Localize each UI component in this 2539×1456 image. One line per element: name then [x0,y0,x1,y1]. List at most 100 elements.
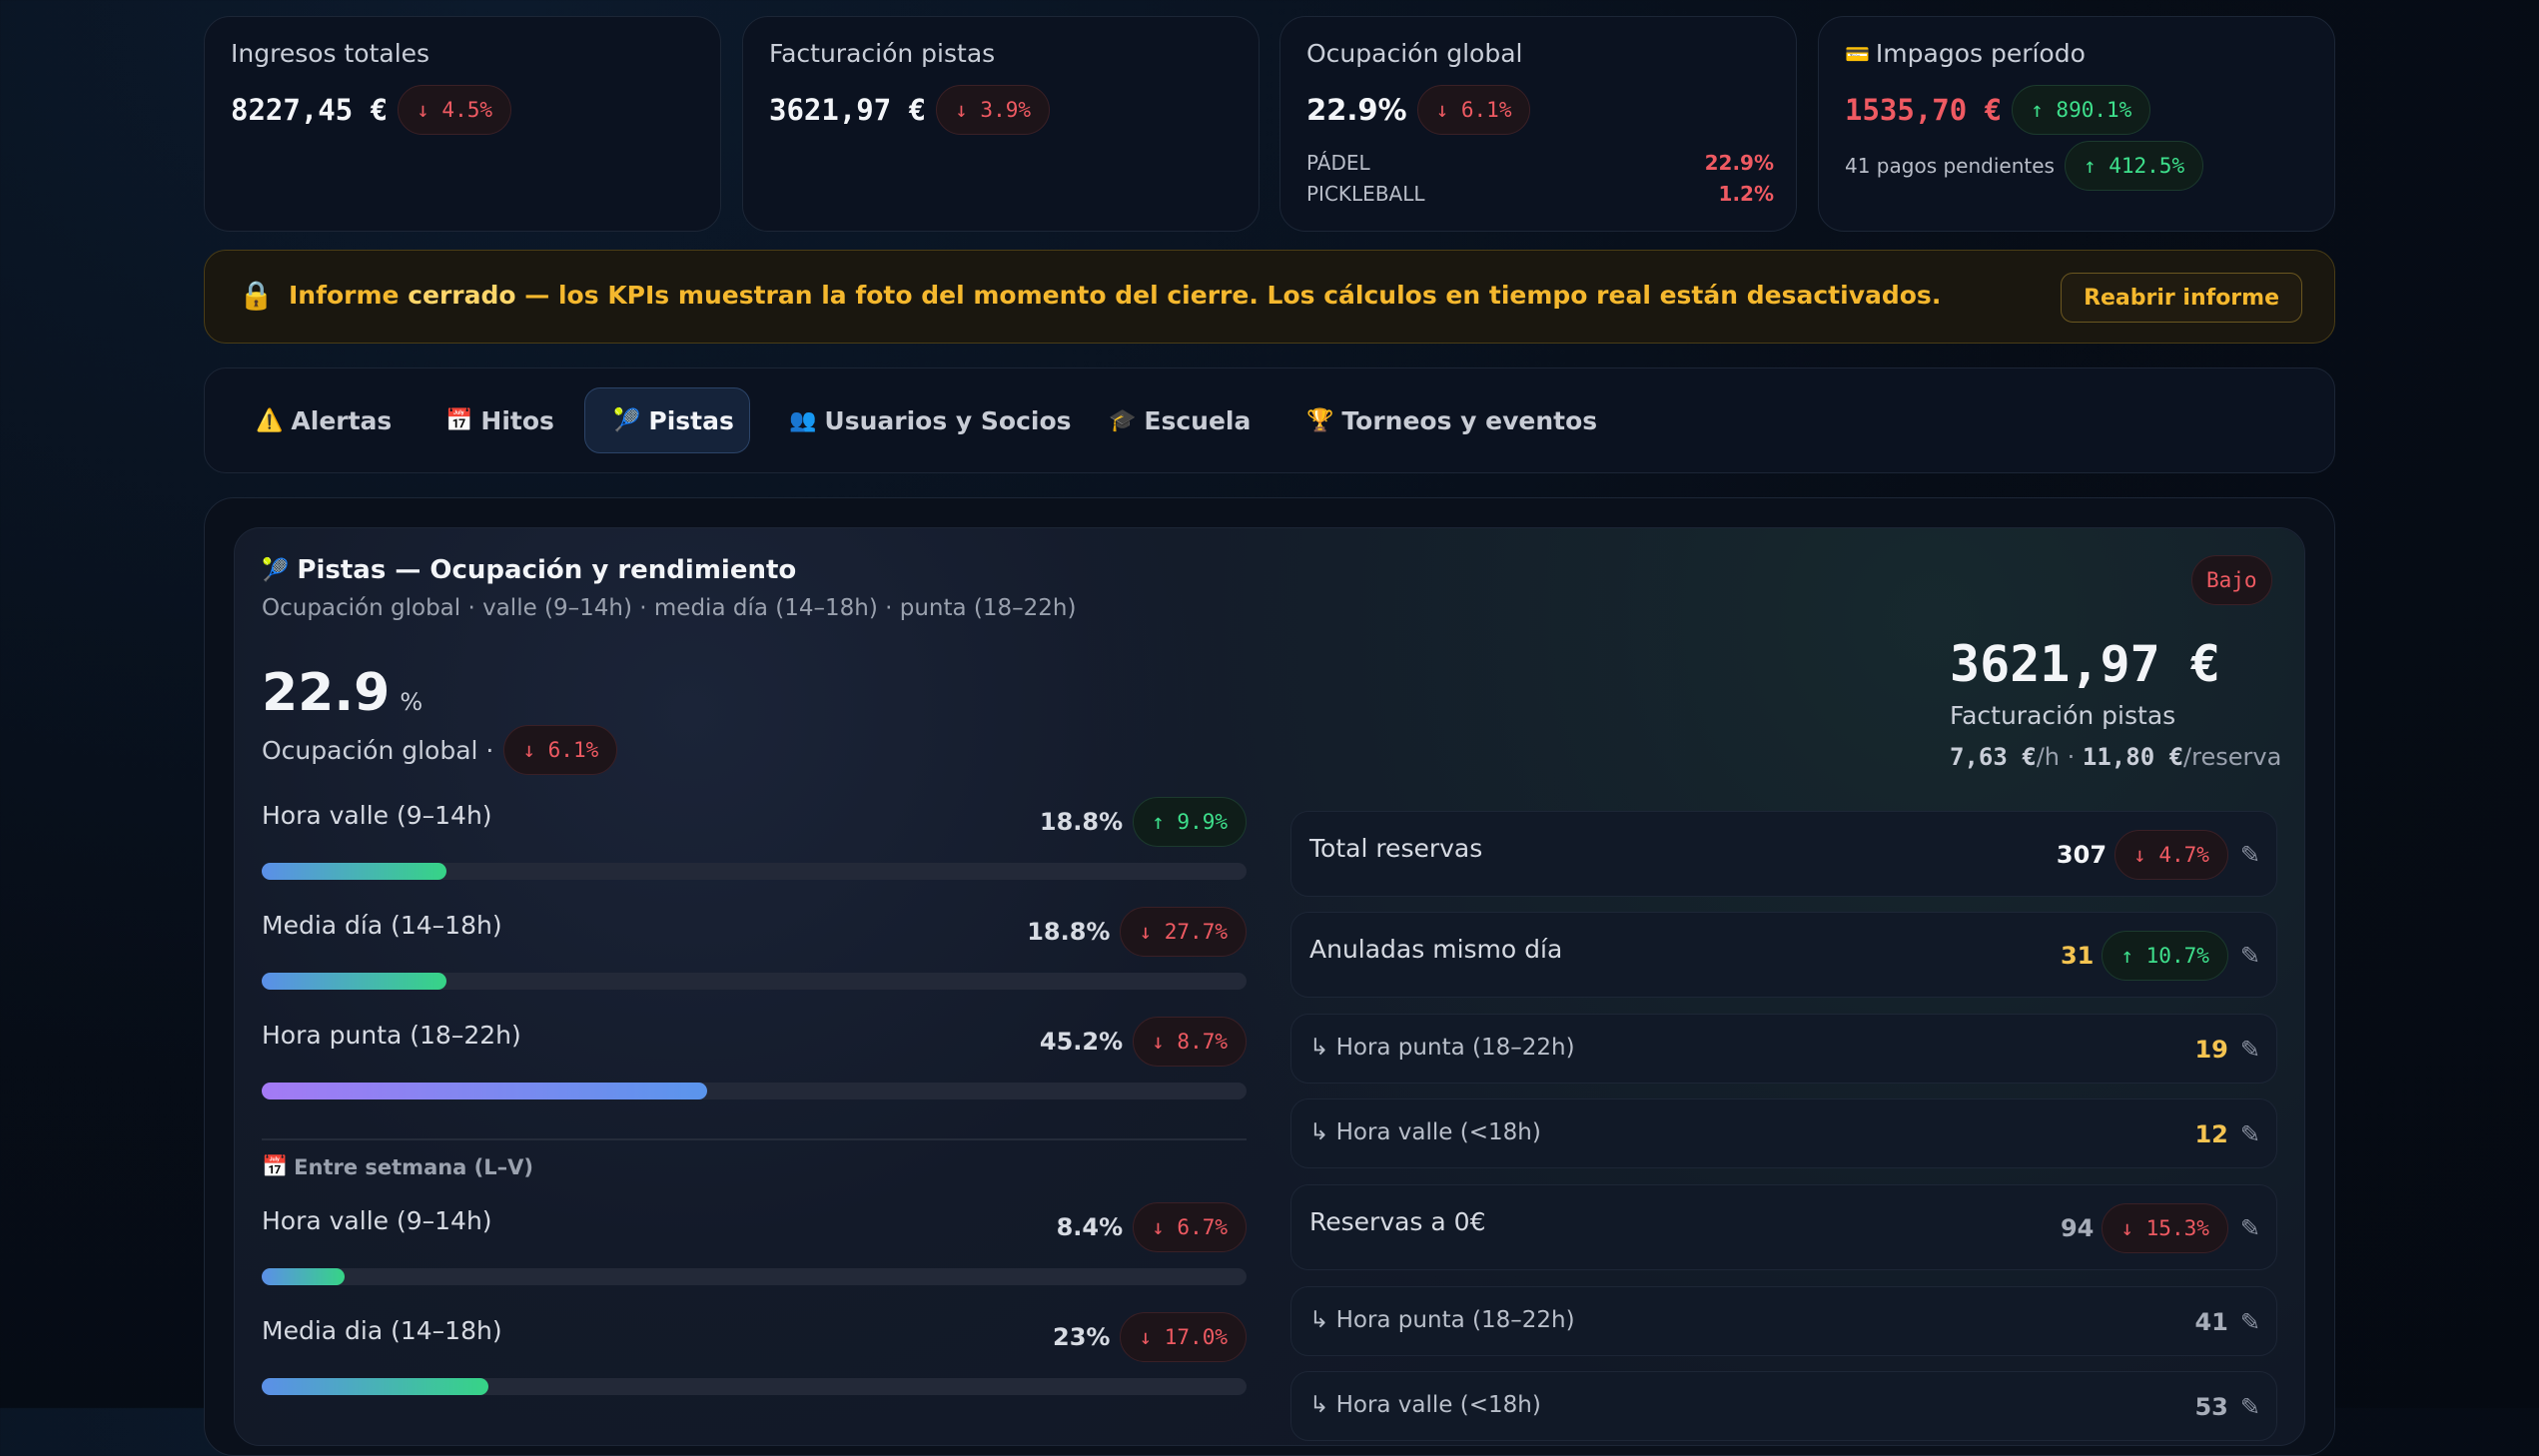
reservation-row: ↳ Hora valle (<18h) 12 ✎ [1290,1098,2277,1168]
reservation-value: 41 [2194,1308,2228,1336]
bar-value-group: 18.8% ↑ 9.9% [262,797,1247,847]
big-occupancy-delta: ↓ 6.1% [503,725,618,775]
bar-value: 8.4% [1056,1213,1124,1241]
tab-escuela[interactable]: 🎓 Escuela [1081,387,1278,453]
reservation-row: Anuladas mismo día 31 ↑ 10.7% ✎ [1290,912,2277,998]
reservation-row: ↳ Hora punta (18–22h) 41 ✎ [1290,1286,2277,1356]
kpi-card-ocupacion: Ocupación global 22.9% ↓ 6.1% PÁDEL 22.9… [1279,16,1797,232]
level-badge: Bajo [2191,555,2272,605]
bar-delta-badge: ↓ 17.0% [1120,1312,1247,1362]
tab-pistas[interactable]: 🎾 Pistas [584,387,750,453]
banner-message: Informe cerrado — los KPIs muestran la f… [289,281,1941,310]
kpi-card-impagos: 💳 Impagos período 1535,70 € ↑ 890.1% 41 … [1818,16,2335,232]
bar-value: 45.2% [1039,1028,1124,1056]
kpi-delta-badge: ↑ 890.1% [2012,85,2151,135]
reservation-row: ↳ Hora punta (18–22h) 19 ✎ [1290,1014,2277,1084]
reservation-value-group: 307 ↓ 4.7% ✎ [2057,830,2260,880]
kpi-delta-badge: ↓ 4.5% [398,85,511,135]
rate-per-hour-unit: /h · [2036,743,2083,771]
pending-delta-badge: ↑ 412.5% [2064,141,2204,191]
reservation-row: Reservas a 0€ 94 ↓ 15.3% ✎ [1290,1184,2277,1270]
bar-fill [262,863,446,880]
reservation-value-group: 12 ✎ [2194,1109,2260,1159]
rate-per-hour: 7,63 € [1950,743,2037,771]
kpi-value: 22.9% [1306,93,1407,127]
kpi-delta-badge: ↓ 6.1% [1416,85,1531,135]
pickleball-label: PICKLEBALL [1306,182,1425,206]
padel-label: PÁDEL [1306,151,1370,175]
bar-track [262,1083,1247,1099]
bar-delta-badge: ↑ 9.9% [1133,797,1247,847]
bar-fill [262,1378,488,1395]
revenue-label: Facturación pistas [1950,701,2176,730]
edit-pencil-icon[interactable]: ✎ [2240,1393,2260,1421]
reservation-value-group: 19 ✎ [2194,1025,2260,1075]
kpi-label: Facturación pistas [769,39,996,68]
edit-pencil-icon[interactable]: ✎ [2240,1308,2260,1336]
bar-fill [262,1083,707,1099]
bar-fill [262,973,446,990]
big-occupancy-value: 22.9 [262,663,391,723]
reservation-value: 53 [2194,1393,2228,1421]
weekday-title-text: Entre setmana (L–V) [294,1154,533,1179]
tab-label: Hitos [480,405,554,435]
edit-pencil-icon[interactable]: ✎ [2240,1036,2260,1064]
banner-strong: cerrado [408,281,516,310]
reservation-label: ↳ Hora punta (18–22h) [1309,1035,1575,1061]
reservation-value: 307 [2056,841,2108,869]
kpi-card-facturacion: Facturación pistas 3621,97 € ↓ 3.9% [742,16,1260,232]
graduation-cap-icon: 🎓 [1109,407,1137,433]
pickleball-value: 1.2% [1718,182,1774,206]
bar-track [262,863,1247,880]
section-divider [262,1138,1247,1140]
credit-card-icon: 💳 [1845,41,1870,66]
tennis-ball-icon: 🎾 [262,557,290,583]
kpi-value: 8227,45 € [231,93,389,127]
edit-pencil-icon[interactable]: ✎ [2240,1120,2260,1148]
panel-title: 🎾 Pistas — Ocupación y rendimiento [262,555,796,585]
banner-prefix: Informe [289,281,409,310]
reopen-report-button[interactable]: Reabrir informe [2061,273,2302,323]
big-occupancy-label: Ocupación global · [262,735,494,765]
reservation-value-group: 53 ✎ [2194,1382,2260,1432]
kpi-label: Ocupación global [1306,39,1523,68]
reservation-value: 12 [2194,1120,2228,1148]
big-occupancy-caption: Ocupación global · ↓ 6.1% [262,725,618,775]
reservation-label: ↳ Hora punta (18–22h) [1309,1307,1575,1333]
trophy-icon: 🏆 [1306,407,1334,433]
bar-value-group: 18.8% ↓ 27.7% [262,907,1247,957]
kpi-card-ingresos: Ingresos totales 8227,45 € ↓ 4.5% [204,16,721,232]
bar-value: 23% [1053,1323,1111,1351]
reservation-value-group: 31 ↑ 10.7% ✎ [2061,931,2260,981]
rate-per-reservation-unit: /reserva [2183,743,2282,771]
kpi-label: Ingresos totales [231,39,430,68]
bar-value-group: 8.4% ↓ 6.7% [262,1202,1247,1252]
bar-delta-badge: ↓ 8.7% [1133,1017,1247,1067]
edit-pencil-icon[interactable]: ✎ [2240,1214,2260,1242]
pending-payments-label: 41 pagos pendientes [1845,154,2055,178]
tab-torneos-eventos[interactable]: 🏆 Torneos y eventos [1278,387,1625,453]
reservation-value-group: 41 ✎ [2194,1297,2260,1347]
revenue-value: 3621,97 € [1950,635,2220,693]
reservation-label: Total reservas [1309,834,1483,863]
reservation-row: ↳ Hora valle (<18h) 53 ✎ [1290,1371,2277,1441]
tab-hitos[interactable]: 📅 Hitos [418,387,582,453]
bar-value-group: 23% ↓ 17.0% [262,1312,1247,1362]
tab-alertas[interactable]: ⚠️ Alertas [228,387,420,453]
bar-fill [262,1268,345,1285]
edit-pencil-icon[interactable]: ✎ [2240,942,2260,970]
tab-label: Alertas [291,405,393,435]
kpi-value: 1535,70 € [1845,93,2003,127]
edit-pencil-icon[interactable]: ✎ [2240,841,2260,869]
bar-delta-badge: ↓ 27.7% [1120,907,1247,957]
reservation-value: 94 [2060,1214,2095,1242]
reservation-delta-badge: ↓ 15.3% [2102,1203,2228,1253]
kpi-label: Impagos período [1875,39,2086,68]
warning-icon: ⚠️ [256,407,284,433]
reservation-label: ↳ Hora valle (<18h) [1309,1119,1541,1145]
tab-usuarios-socios[interactable]: 👥 Usuarios y Socios [761,387,1100,453]
closed-report-banner: 🔒 Informe cerrado — los KPIs muestran la… [204,250,2335,344]
reservation-label: ↳ Hora valle (<18h) [1309,1392,1541,1418]
banner-rest: — los KPIs muestran la foto del momento … [515,281,1942,310]
panel-subtitle: Ocupación global · valle (9–14h) · media… [262,595,1077,621]
